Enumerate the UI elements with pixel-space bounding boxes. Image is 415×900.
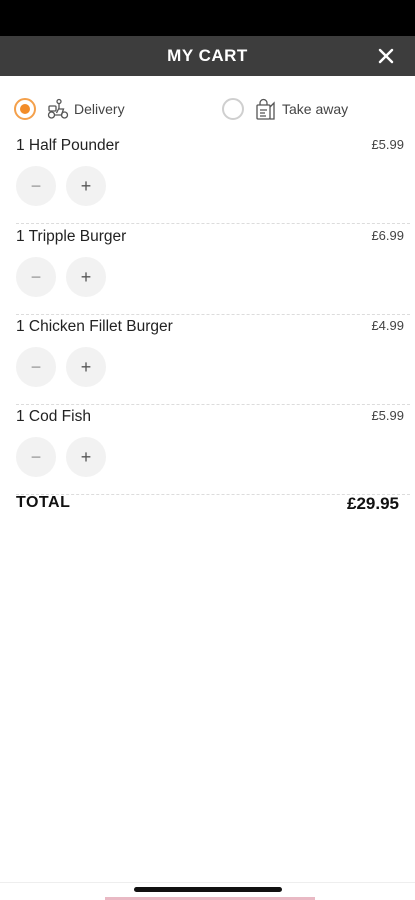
take-away-label: Take away [282,101,349,117]
increase-quantity-button[interactable]: + [66,257,106,297]
cart-item: 1 Half Pounder £5.99 − + [16,134,410,224]
delivery-option[interactable]: Delivery [14,92,125,126]
take-away-option[interactable]: Take away [222,92,348,126]
item-name: 1 Cod Fish [16,408,91,425]
total-label: TOTAL [16,494,71,511]
order-type-selector: Delivery Take away [0,92,415,126]
cart-item: 1 Tripple Burger £6.99 − + [16,225,410,315]
status-bar [0,0,415,36]
home-indicator[interactable] [134,887,282,892]
page-title: MY CART [167,46,248,65]
delivery-label: Delivery [74,101,125,117]
decrease-quantity-button[interactable]: − [16,347,56,387]
item-name: 1 Chicken Fillet Burger [16,318,173,335]
cart-header: MY CART [0,36,415,76]
cart-item: 1 Cod Fish £5.99 − + [16,405,410,495]
close-icon[interactable] [375,45,397,67]
take-away-bag-icon [254,97,278,121]
increase-quantity-button[interactable]: + [66,437,106,477]
item-name: 1 Half Pounder [16,137,120,154]
delivery-scooter-icon [46,97,70,121]
cart-item: 1 Chicken Fillet Burger £4.99 − + [16,315,410,405]
item-price: £5.99 [371,137,404,152]
item-name: 1 Tripple Burger [16,228,127,245]
cart-total: TOTAL £29.95 [16,494,399,516]
decrease-quantity-button[interactable]: − [16,166,56,206]
total-amount: £29.95 [347,494,399,513]
delivery-radio[interactable] [14,98,36,120]
item-price: £5.99 [371,408,404,423]
decrease-quantity-button[interactable]: − [16,437,56,477]
increase-quantity-button[interactable]: + [66,166,106,206]
item-price: £4.99 [371,318,404,333]
divider [0,882,415,883]
decrease-quantity-button[interactable]: − [16,257,56,297]
increase-quantity-button[interactable]: + [66,347,106,387]
item-price: £6.99 [371,228,404,243]
take-away-radio[interactable] [222,98,244,120]
